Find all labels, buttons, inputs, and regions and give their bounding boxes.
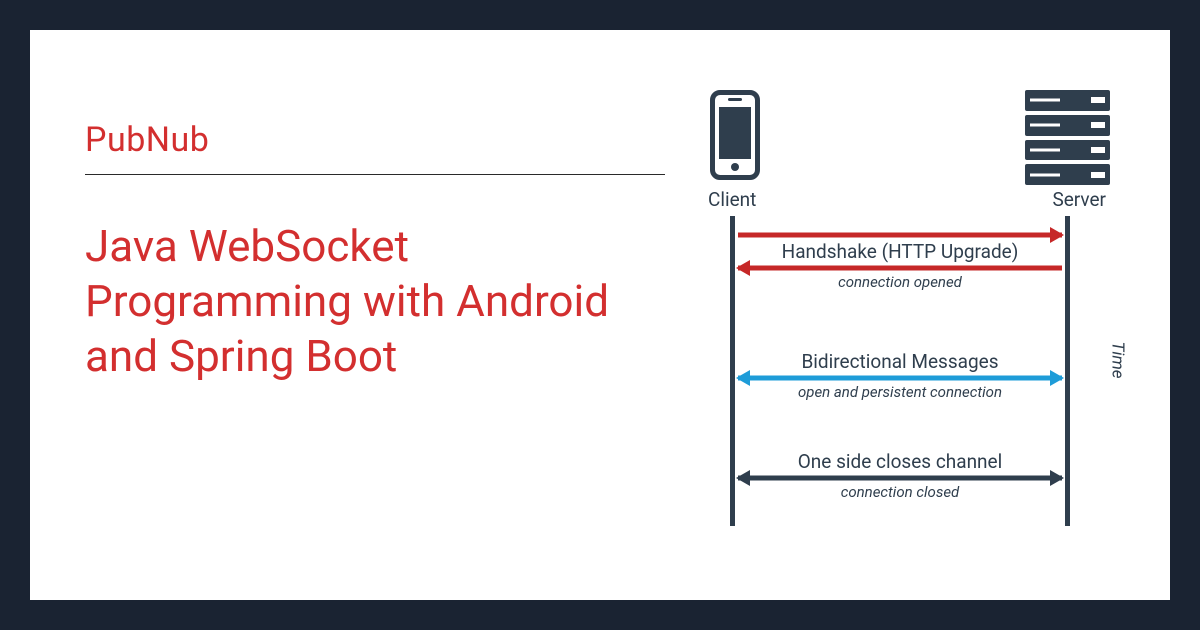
msg-close-primary: One side closes channel [738,450,1062,473]
msg-close-secondary: connection closed [738,483,1062,501]
client-lifeline [730,216,735,526]
arrow-close [738,475,1062,481]
arrow-response [738,265,1062,271]
msg-handshake: Handshake (HTTP Upgrade) connection open… [738,230,1062,291]
time-axis-label: Time [1107,341,1127,378]
arrow-request [738,232,1062,238]
msg-bidirectional-primary: Bidirectional Messages [738,350,1062,373]
brand-logo: PubNub [85,120,665,174]
arrow-bidirectional [738,375,1062,381]
client-label: Client [708,188,756,211]
client-phone-icon [710,90,760,180]
sequence-diagram: Client Server Time Handshake (HTTP Upgra… [680,90,1130,550]
text-column: PubNub Java WebSocket Programming with A… [85,120,665,384]
page-title: Java WebSocket Programming with Android … [85,219,665,384]
divider [85,174,665,175]
msg-bidirectional: Bidirectional Messages open and persiste… [738,350,1062,401]
msg-handshake-secondary: connection opened [738,273,1062,291]
server-rack-icon [1025,90,1110,185]
msg-bidirectional-secondary: open and persistent connection [738,383,1062,401]
server-lifeline [1065,216,1070,526]
diagram-canvas: PubNub Java WebSocket Programming with A… [30,30,1170,600]
msg-close: One side closes channel connection close… [738,450,1062,501]
server-label: Server [1052,188,1106,211]
msg-handshake-primary: Handshake (HTTP Upgrade) [738,240,1062,263]
